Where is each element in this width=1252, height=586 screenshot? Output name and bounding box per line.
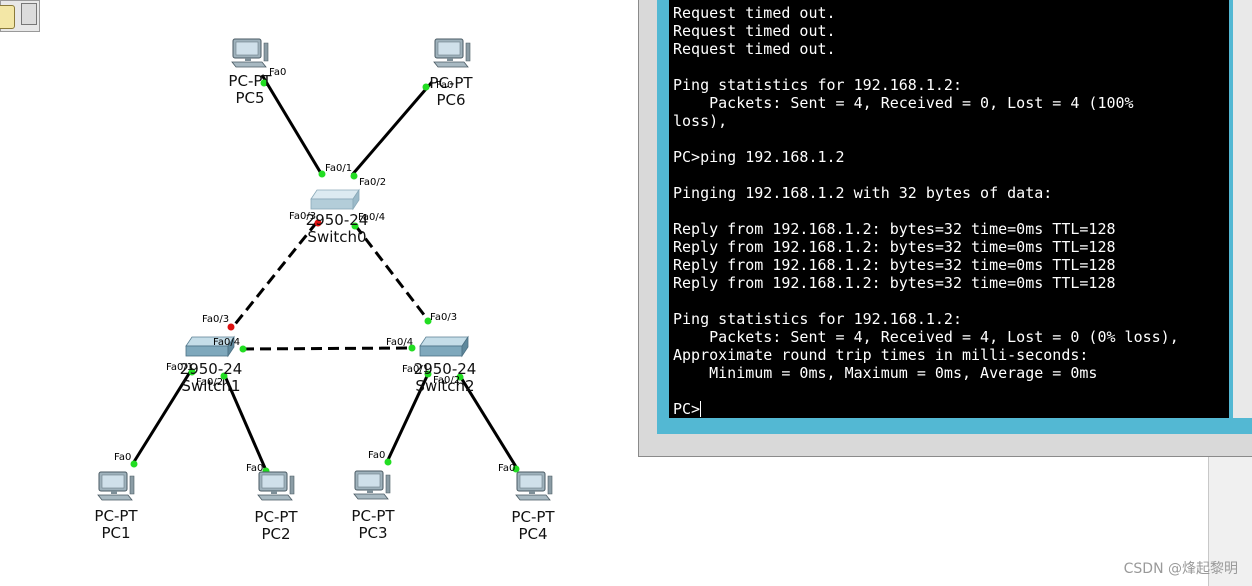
pc2-name: PC2 <box>261 525 291 543</box>
terminal-scrollbar[interactable] <box>1233 0 1252 418</box>
port-label-pc3-fa0: Fa0 <box>368 450 386 461</box>
text-caret <box>700 401 702 417</box>
pc3-name: PC3 <box>358 524 388 542</box>
port-led-pc1 <box>130 460 138 468</box>
port-label-sw1-fa02: Fa0/2 <box>196 377 224 388</box>
pc6-icon[interactable] <box>433 38 471 68</box>
link-pc6-switch0[interactable] <box>350 81 434 176</box>
pc1-name: PC1 <box>101 524 131 542</box>
port-label-pc6-fa0: Fa0 <box>436 80 454 91</box>
port-label-sw1-fa04: Fa0/4 <box>213 337 241 348</box>
pc3-model: PC-PT <box>351 507 395 525</box>
terminal-prompt: PC> <box>673 400 701 418</box>
terminal-line: Reply from 192.168.1.2: bytes=32 time=0m… <box>673 238 1116 256</box>
toolbar-button[interactable] <box>21 3 37 25</box>
terminal-line: Reply from 192.168.1.2: bytes=32 time=0m… <box>673 220 1116 238</box>
pc3-icon[interactable] <box>353 470 391 500</box>
pc1-icon[interactable] <box>97 471 135 501</box>
pc4-icon[interactable] <box>515 471 553 501</box>
terminal-line: Request timed out. <box>673 22 836 40</box>
topology-canvas[interactable] <box>0 0 640 586</box>
terminal-line: Pinging 192.168.1.2 with 32 bytes of dat… <box>673 184 1053 202</box>
terminal-output: Request timed out. Request timed out. Re… <box>673 4 1229 382</box>
port-led-sw1-fa04 <box>239 345 247 353</box>
terminal-line: loss), <box>673 112 728 130</box>
pc4-name: PC4 <box>518 525 548 543</box>
pc2-model: PC-PT <box>254 508 298 526</box>
port-label-pc4-fa0: Fa0 <box>498 463 516 474</box>
terminal-line: Packets: Sent = 4, Received = 4, Lost = … <box>673 328 1179 346</box>
pc5-name: PC5 <box>235 89 265 107</box>
link-switch1-switch2[interactable] <box>242 346 413 351</box>
terminal-line: Ping statistics for 192.168.1.2: <box>673 310 962 328</box>
port-label-sw0-fa02: Fa0/2 <box>359 177 387 188</box>
switch0-name: Switch0 <box>307 228 367 246</box>
port-label-sw0-fa04: Fa0/4 <box>358 212 386 223</box>
command-prompt-frame: Request timed out. Request timed out. Re… <box>657 0 1252 434</box>
port-led-pc3 <box>384 458 392 466</box>
terminal-line: PC>ping 192.168.1.2 <box>673 148 845 166</box>
note-tool-icon[interactable] <box>0 5 15 29</box>
pc3-label: PC-PT PC3 <box>345 508 401 542</box>
pc1-model: PC-PT <box>94 507 138 525</box>
terminal-line: Ping statistics for 192.168.1.2: <box>673 76 962 94</box>
pc5-model: PC-PT <box>228 72 272 90</box>
terminal-line: Minimum = 0ms, Maximum = 0ms, Average = … <box>673 364 1098 382</box>
port-label-pc1-fa0: Fa0 <box>114 452 132 463</box>
port-label-sw2-fa04: Fa0/4 <box>386 337 414 348</box>
terminal-line: Reply from 192.168.1.2: bytes=32 time=0m… <box>673 256 1116 274</box>
port-label-sw1-fa01: Fa0/1 <box>166 362 194 373</box>
port-label-sw2-fa03: Fa0/3 <box>430 312 458 323</box>
pc1-label: PC-PT PC1 <box>88 508 144 542</box>
port-label-sw2-fa02: Fa0/2 <box>433 375 461 386</box>
terminal-line: Packets: Sent = 4, Received = 0, Lost = … <box>673 94 1134 112</box>
terminal-line: Request timed out. <box>673 4 836 22</box>
port-label-sw0-fa03: Fa0/3 <box>289 211 317 222</box>
pc2-label: PC-PT PC2 <box>248 509 304 543</box>
port-label-sw1-fa03: Fa0/3 <box>202 314 230 325</box>
pc2-icon[interactable] <box>257 471 295 501</box>
pc4-model: PC-PT <box>511 508 555 526</box>
switch0-icon[interactable] <box>310 189 360 210</box>
pc5-icon[interactable] <box>231 38 269 68</box>
port-label-pc5-fa0: Fa0 <box>269 67 287 78</box>
workspace-toolbar <box>0 0 40 32</box>
switch2-icon[interactable] <box>419 336 469 357</box>
pc5-label: PC-PT PC5 <box>222 73 278 107</box>
port-label-sw2-fa01: Fa0/1 <box>402 364 430 375</box>
terminal-line: Request timed out. <box>673 40 836 58</box>
pc6-name: PC6 <box>436 91 466 109</box>
pc4-label: PC-PT PC4 <box>505 509 561 543</box>
terminal-input-line[interactable]: PC> <box>673 400 702 418</box>
port-label-pc2-fa0: Fa0 <box>246 463 264 474</box>
command-prompt-window[interactable]: Request timed out. Request timed out. Re… <box>638 0 1252 457</box>
terminal-line: Approximate round trip times in milli-se… <box>673 346 1089 364</box>
terminal-line: Reply from 192.168.1.2: bytes=32 time=0m… <box>673 274 1116 292</box>
terminal-screen[interactable]: Request timed out. Request timed out. Re… <box>669 0 1229 418</box>
port-label-sw0-fa01: Fa0/1 <box>325 163 353 174</box>
watermark: CSDN @烽起黎明 <box>1123 561 1238 577</box>
